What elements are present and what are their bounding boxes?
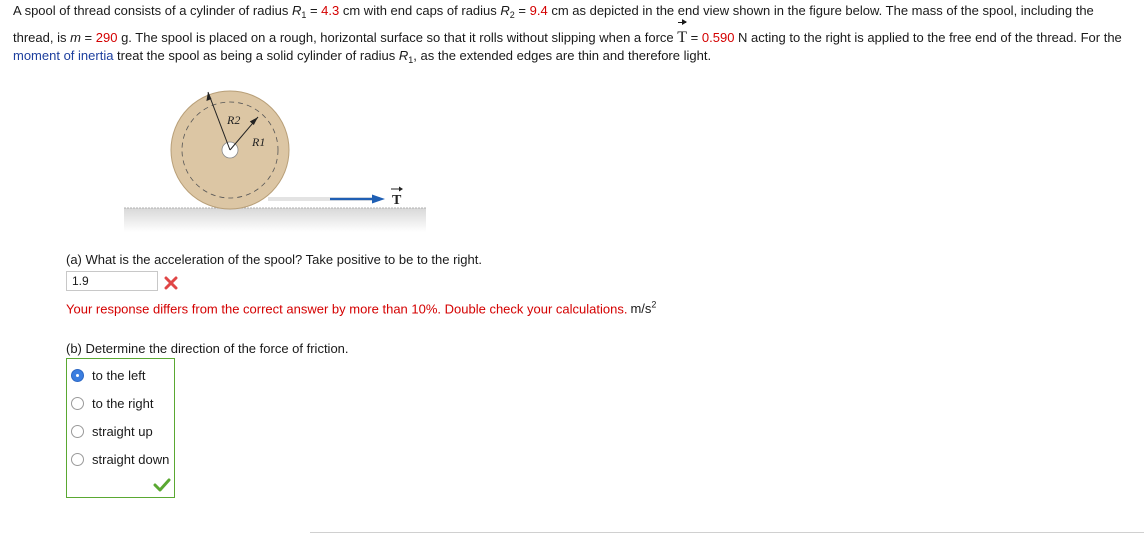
part-b-question: (b) Determine the direction of the force… (66, 341, 349, 356)
feedback-message: Your response differs from the correct a… (66, 301, 628, 317)
part-a-answer-field[interactable]: 1.9 (66, 271, 158, 291)
label-t: T (392, 193, 402, 208)
force-arrow-head (372, 194, 385, 204)
part-b-choices: to the left to the right straight up str… (66, 358, 175, 498)
spool-diagram: R2 R1 T (124, 90, 426, 232)
choice-straight-down[interactable]: straight down (71, 451, 175, 469)
label-t-vector-head (399, 186, 403, 192)
answer-unit: m/s2 (630, 300, 657, 317)
radio-button-selected[interactable] (71, 369, 84, 382)
spool-figure: R2 R1 T (120, 84, 430, 234)
problem-line-1: A spool of thread consists of a cylinder… (13, 3, 1094, 20)
given-force-value: 0.590 (701, 30, 735, 45)
choice-label: straight down (92, 452, 170, 467)
ground-surface (124, 208, 426, 232)
problem-line-2: thread, is m = 290 g. The spool is place… (13, 19, 1133, 49)
bottom-divider (310, 532, 1144, 533)
radio-button[interactable] (71, 397, 84, 410)
moment-of-inertia-link[interactable]: moment of inertia (13, 48, 113, 63)
part-a-feedback: Your response differs from the correct a… (66, 300, 656, 316)
checkmark-icon (153, 478, 171, 492)
choice-label: to the left (92, 368, 146, 383)
part-a-question: (a) What is the acceleration of the spoo… (66, 252, 482, 267)
label-r1: R1 (251, 135, 265, 149)
label-r2: R2 (226, 113, 240, 127)
force-vector-symbol: T (677, 19, 687, 53)
choice-label: to the right (92, 396, 154, 411)
problem-line-3: moment of inertia treat the spool as bei… (13, 48, 712, 66)
problem-statement: A spool of thread consists of a cylinder… (13, 3, 1133, 69)
given-r2-value: 9.4 (529, 3, 548, 18)
given-mass-value: 290 (95, 30, 118, 45)
radio-button[interactable] (71, 453, 84, 466)
choice-label: straight up (92, 424, 153, 439)
given-r1-value: 4.3 (321, 3, 340, 18)
radio-button[interactable] (71, 425, 84, 438)
x-mark-icon (164, 276, 178, 290)
choice-to-the-right[interactable]: to the right (71, 395, 175, 413)
choice-to-the-left[interactable]: to the left (71, 367, 175, 385)
choice-straight-up[interactable]: straight up (71, 423, 175, 441)
